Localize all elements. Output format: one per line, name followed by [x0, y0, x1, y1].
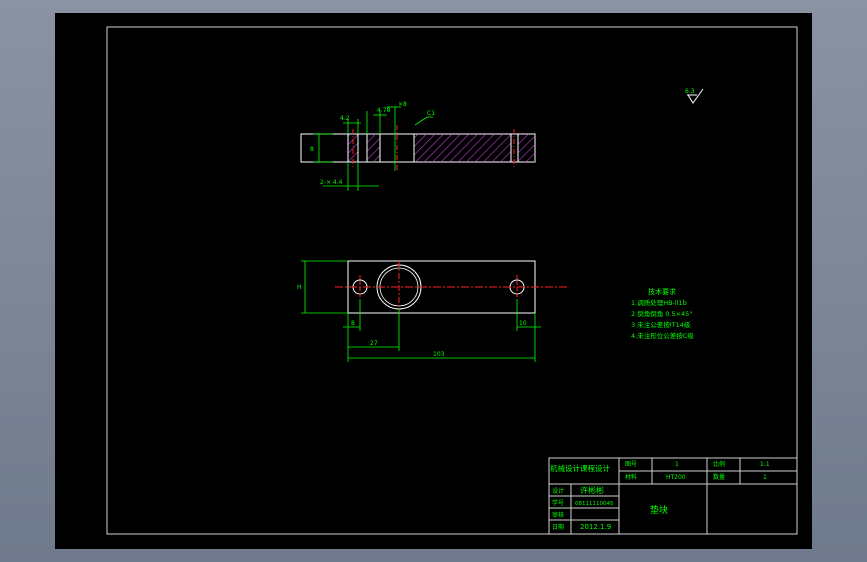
- surface-finish-symbol: 6.3: [685, 88, 704, 104]
- dim-bottom-holes: 2-× 4.4: [320, 179, 343, 186]
- material-label: 材料: [625, 473, 637, 481]
- date-value: 2012.1.9: [580, 523, 611, 531]
- drawing-no-value: 1: [675, 461, 679, 468]
- design-title: 机械设计课程设计: [550, 463, 610, 473]
- part-name: 垫块: [650, 504, 668, 516]
- cad-canvas: 6.3 4.2 4.78 ×8 C1 8 2-× 4.4 H 8 27 10 1…: [106, 26, 798, 535]
- dim-chamfer: C1: [427, 110, 435, 117]
- hatch-left-b: [367, 134, 380, 162]
- drawing-no-label: 图号: [625, 461, 637, 468]
- tech-item-1: 1.调质处理HB-ll1ḃ: [631, 298, 687, 307]
- student-id-label: 学号: [552, 499, 564, 507]
- dim-top-a: 4.2: [340, 115, 350, 122]
- scale-label: 比例: [713, 460, 725, 468]
- dim-height: 8: [310, 146, 314, 153]
- tech-requirements: 技术要求 1.调质处理HB-ll1ḃ 2.倒角倒角 0.5×45° 3.未注公…: [631, 287, 694, 340]
- dim-overall-103: 103: [433, 351, 445, 358]
- plan-dimensions: [301, 260, 541, 362]
- designer-value: 许彬彬: [580, 485, 604, 495]
- dim-top-c: ×8: [398, 101, 407, 108]
- tech-item-4: 4.未注形位公差按C级: [631, 331, 694, 340]
- tech-item-3: 3.未注公差按IT14级: [631, 320, 691, 329]
- plan-view: H 8 27 10 103: [297, 260, 567, 362]
- qty-value: 1: [763, 474, 767, 481]
- qty-label: 数量: [713, 473, 725, 481]
- surface-finish-value: 6.3: [685, 88, 695, 95]
- student-id-value: 08111110045: [575, 501, 614, 507]
- dim-width: H: [297, 284, 302, 291]
- check-label: 审核: [552, 511, 564, 519]
- section-view: 4.2 4.78 ×8 C1 8 2-× 4.4: [300, 101, 536, 191]
- dim-left-8: 8: [351, 320, 355, 327]
- hatch-main: [414, 134, 511, 162]
- drawing-sheet: 6.3 4.2 4.78 ×8 C1 8 2-× 4.4 H 8 27 10 1…: [55, 13, 812, 549]
- date-label: 日期: [552, 523, 564, 531]
- dim-inner-27: 27: [370, 340, 378, 347]
- dim-top-b: 4.78: [377, 107, 391, 114]
- dim-right-10: 10: [519, 320, 527, 327]
- tech-item-2: 2.倒角倒角 0.5×45°: [631, 309, 693, 318]
- material-value: HT200: [666, 474, 686, 481]
- hatch-right: [518, 134, 535, 162]
- tech-title: 技术要求: [648, 287, 676, 296]
- scale-value: 1:1: [760, 461, 770, 468]
- hatch-left-a: [348, 134, 358, 162]
- designer-label: 设计: [552, 487, 564, 495]
